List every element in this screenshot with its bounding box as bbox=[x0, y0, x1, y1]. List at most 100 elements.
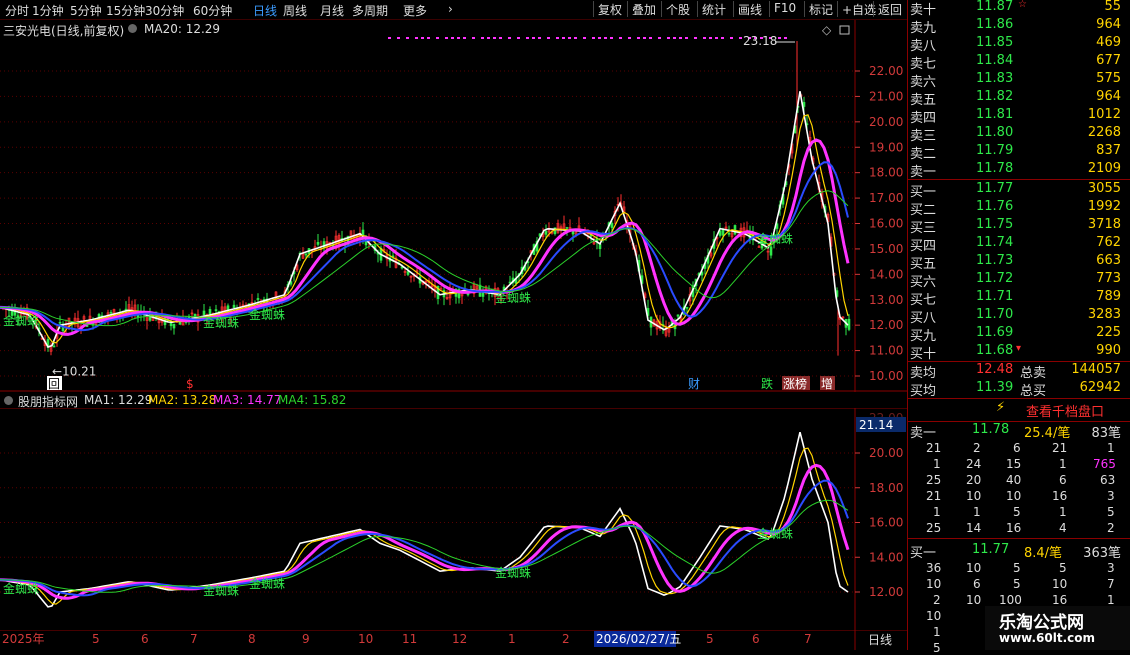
menu-period-8[interactable]: 月线 bbox=[320, 2, 344, 19]
level-volume: 964 bbox=[1096, 17, 1121, 32]
menu-period-3[interactable]: 15分钟 bbox=[106, 2, 145, 19]
level-volume: 964 bbox=[1096, 89, 1121, 104]
toolbar-button-8[interactable]: 返回 bbox=[873, 1, 906, 17]
trade-cell: 4 bbox=[1059, 521, 1067, 535]
sell-level-row[interactable]: 卖六 11.83 575 bbox=[908, 71, 1130, 90]
level-name: 卖二 bbox=[910, 147, 937, 162]
x-axis-label: 2 bbox=[562, 632, 570, 646]
indicator-signal-label: 金蜘蛛 bbox=[203, 583, 239, 598]
level-volume: 663 bbox=[1096, 253, 1121, 268]
trade-cell: 10 bbox=[966, 593, 982, 607]
chevron-right-icon[interactable]: › bbox=[448, 2, 453, 16]
menu-period-2[interactable]: 5分钟 bbox=[70, 2, 102, 19]
price-tick-label: 17.00 bbox=[869, 191, 903, 205]
level-volume: 3718 bbox=[1087, 217, 1121, 232]
indicator-settings-icon[interactable] bbox=[4, 396, 13, 405]
x-axis-label: 11 bbox=[402, 632, 417, 646]
trade-cell: 3 bbox=[1107, 489, 1115, 503]
sell-level-row[interactable]: 卖八 11.85 469 bbox=[908, 35, 1130, 54]
level-volume: 762 bbox=[1096, 235, 1121, 250]
level-name: 卖六 bbox=[910, 75, 937, 90]
indicator-signal-label: 金蜘蛛 bbox=[249, 576, 285, 591]
trade-price: 11.77 bbox=[972, 542, 1010, 557]
trade-cell: 10 bbox=[926, 577, 942, 591]
indicator-ma2: MA2: 13.28 bbox=[148, 393, 217, 407]
level-name: 卖七 bbox=[910, 57, 937, 72]
x-axis-label: 5 bbox=[706, 632, 714, 646]
buy-level-row[interactable]: 买四 11.74 762 bbox=[908, 235, 1130, 254]
view-thousand-level-button[interactable]: ⚡ 查看千档盘口 bbox=[908, 399, 1130, 421]
trade-cell: 5 bbox=[1013, 561, 1021, 575]
price-tick-label: 10.00 bbox=[869, 369, 903, 383]
sell-level-row[interactable]: 卖七 11.84 677 bbox=[908, 53, 1130, 72]
level-price: 11.85 bbox=[976, 35, 1014, 50]
buy-level-row[interactable]: 买八 11.70 3283 bbox=[908, 307, 1130, 326]
level-price: 11.81 bbox=[976, 107, 1014, 122]
level-price: 11.72 bbox=[976, 271, 1014, 286]
buy-level-row[interactable]: 买一 11.77 3055 bbox=[908, 181, 1130, 200]
price-tick-label: 12.00 bbox=[869, 318, 903, 332]
signal-label: 金蜘蛛 bbox=[3, 313, 39, 328]
level-volume: 469 bbox=[1096, 35, 1121, 50]
indicator-tick-label: 18.00 bbox=[869, 481, 903, 495]
toolbar-button-0[interactable]: 复权 bbox=[593, 1, 626, 17]
price-tick-label: 16.00 bbox=[869, 217, 903, 231]
buy-level-row[interactable]: 买十 11.68 990 ▾ bbox=[908, 343, 1130, 362]
level-name: 买十 bbox=[910, 347, 937, 362]
trade-cell: 1 bbox=[933, 457, 941, 471]
buy-level-row[interactable]: 买五 11.73 663 bbox=[908, 253, 1130, 272]
sell-level-row[interactable]: 卖五 11.82 964 bbox=[908, 89, 1130, 108]
x-axis-label: 12 bbox=[452, 632, 467, 646]
signal-label: 金蜘蛛 bbox=[495, 290, 531, 305]
toolbar-button-1[interactable]: 叠加 bbox=[627, 1, 660, 17]
level-volume: 677 bbox=[1096, 53, 1121, 68]
sell-level-row[interactable]: 卖九 11.86 964 bbox=[908, 17, 1130, 36]
indicator-ma-white-line bbox=[0, 432, 849, 608]
menu-period-5[interactable]: 60分钟 bbox=[193, 2, 232, 19]
trade-cell: 10 bbox=[1006, 489, 1022, 503]
trade-cell: 5 bbox=[1059, 561, 1067, 575]
menu-period-6[interactable]: 日线 bbox=[253, 2, 277, 19]
sell-level-row[interactable]: 卖一 11.78 2109 bbox=[908, 161, 1130, 180]
avg-buy-value: 11.39 bbox=[976, 380, 1014, 395]
toolbar-button-5[interactable]: F10 bbox=[769, 1, 800, 17]
level-price: 11.86 bbox=[976, 17, 1014, 32]
x-axis-selected-date: 2026/02/27/五 bbox=[596, 632, 681, 646]
trade-cell: 10 bbox=[966, 561, 982, 575]
menu-more[interactable]: 更多 bbox=[403, 2, 427, 19]
trade-cell: 5 bbox=[1107, 505, 1115, 519]
level-price: 11.71 bbox=[976, 289, 1014, 304]
x-axis-label: 2025年 bbox=[2, 632, 45, 646]
toolbar-button-3[interactable]: 统计 bbox=[697, 1, 730, 17]
price-tick-label: 18.00 bbox=[869, 166, 903, 180]
buy-level-row[interactable]: 买二 11.76 1992 bbox=[908, 199, 1130, 218]
main-candlestick-chart[interactable]: 22.00 21.00 20.00 19.00 18.00 17.00 16.00 15.00… bbox=[0, 20, 907, 392]
level-volume: 3055 bbox=[1087, 181, 1121, 196]
sell-level-row[interactable]: 卖四 11.81 1012 bbox=[908, 107, 1130, 126]
toolbar-button-6[interactable]: 标记 bbox=[804, 1, 837, 17]
sell-level-row[interactable]: 卖三 11.80 2268 bbox=[908, 125, 1130, 144]
menu-period-1[interactable]: 1分钟 bbox=[32, 2, 64, 19]
event-marker: 财 bbox=[688, 377, 700, 391]
menu-period-7[interactable]: 周线 bbox=[283, 2, 307, 19]
level-price: 11.83 bbox=[976, 71, 1014, 86]
indicator-chart[interactable]: 20.0018.0016.0014.0012.0022.0021.14金蜘蛛金蜘… bbox=[0, 408, 907, 630]
buy-level-row[interactable]: 买七 11.71 789 bbox=[908, 289, 1130, 308]
menu-period-4[interactable]: 30分钟 bbox=[145, 2, 184, 19]
buy-level-row[interactable]: 买三 11.75 3718 bbox=[908, 217, 1130, 236]
buy-level-row[interactable]: 买六 11.72 773 bbox=[908, 271, 1130, 290]
sell-level-row[interactable]: 卖十 11.87 55 ☆ bbox=[908, 0, 1130, 18]
toolbar-button-2[interactable]: 个股 bbox=[661, 1, 694, 17]
trade-cell: 5 bbox=[1013, 577, 1021, 591]
menu-period-0[interactable]: 分时 bbox=[5, 2, 29, 19]
toolbar-button-4[interactable]: 画线 bbox=[733, 1, 766, 17]
buy-level-row[interactable]: 买九 11.69 225 bbox=[908, 325, 1130, 344]
sell-level-row[interactable]: 卖二 11.79 837 bbox=[908, 143, 1130, 162]
menu-period-9[interactable]: 多周期 bbox=[352, 2, 388, 19]
order-book-panel: 卖十 11.87 55 ☆ 卖九 11.86 964 卖八 11.85 469 卖七 11.84 677… bbox=[907, 0, 1130, 655]
trade-cell: 7 bbox=[1107, 577, 1115, 591]
level-volume: 575 bbox=[1096, 71, 1121, 86]
x-axis-label: 8 bbox=[248, 632, 256, 646]
indicator-ma1: MA1: 12.29 bbox=[84, 393, 153, 407]
level-price: 11.77 bbox=[976, 181, 1014, 196]
